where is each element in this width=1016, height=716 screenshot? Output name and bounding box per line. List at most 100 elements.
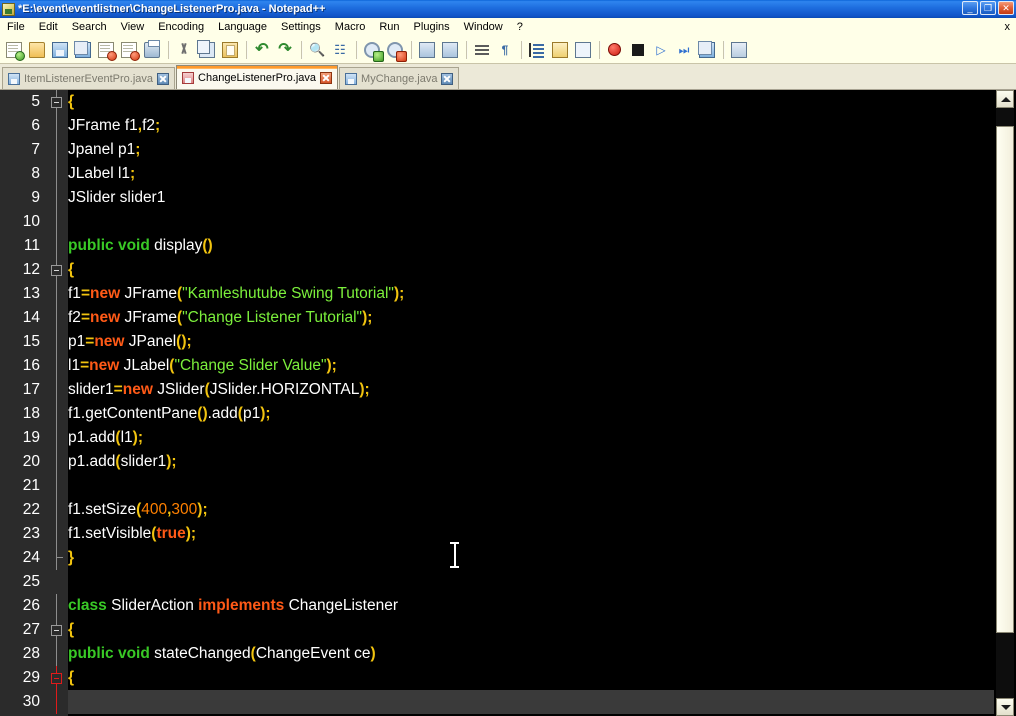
fold-cell[interactable]	[46, 282, 68, 306]
print-icon[interactable]	[141, 39, 163, 61]
redo-icon[interactable]: ↷	[274, 39, 296, 61]
menu-run[interactable]: Run	[372, 20, 406, 34]
new-file-icon[interactable]	[3, 39, 25, 61]
fold-cell[interactable]	[46, 90, 68, 114]
save-icon[interactable]	[49, 39, 71, 61]
menu-macro[interactable]: Macro	[328, 20, 373, 34]
fold-cell[interactable]	[46, 378, 68, 402]
code-line[interactable]: slider1=new JSlider(JSlider.HORIZONTAL);	[68, 378, 994, 402]
code-line[interactable]: {	[68, 90, 994, 114]
code-line[interactable]: f1.setSize(400,300);	[68, 498, 994, 522]
code-text-area[interactable]: {JFrame f1,f2; Jpanel p1; JLabel l1; JSlide…	[68, 90, 994, 716]
fold-cell[interactable]	[46, 546, 68, 570]
code-line[interactable]: public void stateChanged(ChangeEvent ce)	[68, 642, 994, 666]
close-all-files-icon[interactable]	[118, 39, 140, 61]
code-line[interactable]: f1.getContentPane().add(p1);	[68, 402, 994, 426]
code-line[interactable]	[68, 690, 994, 714]
close-tab-icon[interactable]	[157, 72, 170, 85]
fold-cell[interactable]	[46, 642, 68, 666]
menu-window[interactable]: Window	[457, 20, 510, 34]
fold-collapse-box[interactable]	[51, 265, 62, 276]
sync-vertical-scroll-icon[interactable]	[416, 39, 438, 61]
menu-file[interactable]: File	[0, 20, 32, 34]
zoom-out-icon[interactable]	[384, 39, 407, 62]
close-button[interactable]: ✕	[998, 1, 1014, 15]
document-map-icon[interactable]	[572, 39, 594, 61]
fold-cell[interactable]	[46, 402, 68, 426]
play-macro-icon[interactable]: ▷	[650, 39, 672, 61]
code-line[interactable]: f1=new JFrame("Kamleshutube Swing Tutori…	[68, 282, 994, 306]
menu-settings[interactable]: Settings	[274, 20, 328, 34]
fold-cell[interactable]	[46, 210, 68, 234]
zoom-in-icon[interactable]	[361, 39, 384, 62]
code-line[interactable]: Jpanel p1;	[68, 138, 994, 162]
fold-cell[interactable]	[46, 474, 68, 498]
replace-icon[interactable]: ☷	[329, 39, 351, 61]
code-line[interactable]: JFrame f1,f2;	[68, 114, 994, 138]
close-tab-icon[interactable]	[441, 72, 454, 85]
start-record-macro-icon[interactable]	[604, 39, 626, 61]
undo-icon[interactable]: ↶	[251, 39, 273, 61]
fold-cell[interactable]	[46, 186, 68, 210]
find-icon[interactable]: 🔍	[306, 39, 328, 61]
code-line[interactable]: f2=new JFrame("Change Listener Tutorial"…	[68, 306, 994, 330]
fold-cell[interactable]	[46, 114, 68, 138]
fold-collapse-box[interactable]	[51, 625, 62, 636]
fold-cell[interactable]	[46, 450, 68, 474]
code-line[interactable]: p1.add(slider1);	[68, 450, 994, 474]
code-line[interactable]	[68, 210, 994, 234]
close-document-button[interactable]: x	[1005, 21, 1011, 33]
scroll-down-icon[interactable]	[996, 698, 1014, 716]
save-all-icon[interactable]	[72, 39, 94, 61]
word-wrap-icon[interactable]	[471, 39, 493, 61]
code-line[interactable]	[68, 570, 994, 594]
fold-cell[interactable]	[46, 426, 68, 450]
menu-search[interactable]: Search	[65, 20, 114, 34]
fold-cell[interactable]	[46, 570, 68, 594]
maximize-button[interactable]: ❐	[980, 1, 996, 15]
copy-icon[interactable]	[196, 39, 218, 61]
code-editor[interactable]: 5 6 7 8 9 10 11 12 13 14 15 16 17 18 19 20 21 22 23 24 25 26 2…	[0, 90, 1016, 716]
code-line[interactable]: JSlider slider1	[68, 186, 994, 210]
code-line[interactable]: p1.add(l1);	[68, 426, 994, 450]
cut-icon[interactable]	[173, 39, 195, 61]
fold-cell[interactable]	[46, 522, 68, 546]
tab-changelistenerpro[interactable]: ChangeListenerPro.java	[176, 65, 339, 89]
save-macro-icon[interactable]	[696, 39, 718, 61]
indent-guide-icon[interactable]	[526, 39, 548, 61]
scroll-up-icon[interactable]	[996, 90, 1014, 108]
fold-cell[interactable]	[46, 690, 68, 714]
code-line[interactable]: {	[68, 258, 994, 282]
menu-view[interactable]: View	[114, 20, 152, 34]
fold-collapse-box[interactable]	[51, 673, 62, 684]
code-line[interactable]: {	[68, 618, 994, 642]
code-line[interactable]: class SliderAction implements ChangeList…	[68, 594, 994, 618]
fold-cell[interactable]	[46, 330, 68, 354]
menu-encoding[interactable]: Encoding	[151, 20, 211, 34]
vertical-scrollbar[interactable]	[994, 90, 1016, 716]
fold-cell[interactable]	[46, 162, 68, 186]
menu-help[interactable]: ?	[510, 20, 530, 34]
open-file-icon[interactable]	[26, 39, 48, 61]
code-line[interactable]: f1.setVisible(true);	[68, 522, 994, 546]
fold-cell[interactable]	[46, 594, 68, 618]
scrollbar-thumb[interactable]	[996, 125, 1014, 634]
code-line[interactable]: public void display()	[68, 234, 994, 258]
sync-horizontal-scroll-icon[interactable]	[439, 39, 461, 61]
menu-language[interactable]: Language	[211, 20, 274, 34]
fold-cell[interactable]	[46, 666, 68, 690]
code-line[interactable]: l1=new JLabel("Change Slider Value");	[68, 354, 994, 378]
paste-icon[interactable]	[219, 39, 241, 61]
fold-cell[interactable]	[46, 258, 68, 282]
code-line[interactable]	[68, 474, 994, 498]
run-icon[interactable]	[728, 39, 750, 61]
fold-cell[interactable]	[46, 234, 68, 258]
fold-margin[interactable]	[46, 90, 68, 716]
fold-cell[interactable]	[46, 498, 68, 522]
fold-collapse-box[interactable]	[51, 97, 62, 108]
stop-record-macro-icon[interactable]	[627, 39, 649, 61]
minimize-button[interactable]: _	[962, 1, 978, 15]
close-file-icon[interactable]	[95, 39, 117, 61]
menu-plugins[interactable]: Plugins	[407, 20, 457, 34]
user-defined-dialog-icon[interactable]	[549, 39, 571, 61]
